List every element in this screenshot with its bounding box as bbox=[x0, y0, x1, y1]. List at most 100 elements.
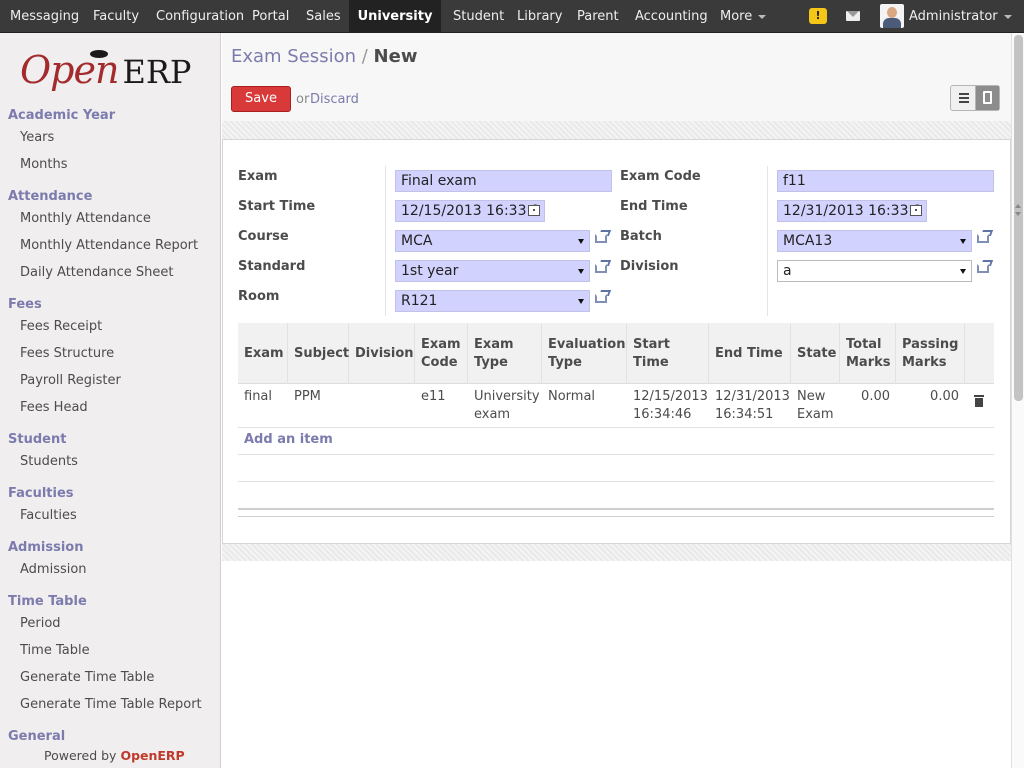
calendar-icon[interactable] bbox=[528, 205, 540, 216]
menu-university[interactable]: University bbox=[349, 0, 441, 33]
external-link-icon[interactable] bbox=[976, 230, 994, 244]
or-text: or bbox=[296, 92, 310, 107]
exam-code-label: Exam Code bbox=[620, 169, 701, 184]
delete-row-icon[interactable] bbox=[974, 395, 984, 407]
save-button[interactable]: Save bbox=[231, 86, 291, 112]
column-header[interactable]: Exam bbox=[238, 323, 288, 384]
sidebar-section-faculties[interactable]: Faculties bbox=[8, 486, 74, 501]
sidebar-section-attendance[interactable]: Attendance bbox=[8, 189, 92, 204]
sidebar-item-time-table[interactable]: Time Table bbox=[20, 643, 90, 658]
calendar-icon[interactable] bbox=[910, 205, 922, 216]
list-view-icon[interactable] bbox=[951, 86, 976, 110]
powered-by-link[interactable]: OpenERP bbox=[120, 748, 184, 763]
openerp-logo[interactable]: Open ERP bbox=[20, 48, 191, 94]
exam-code-field[interactable]: f11 bbox=[777, 170, 994, 192]
table-footer bbox=[238, 508, 994, 510]
menu-parent[interactable]: Parent bbox=[577, 0, 619, 33]
sidebar-section-fees[interactable]: Fees bbox=[8, 297, 42, 312]
sidebar-item-generate-time-table-report[interactable]: Generate Time Table Report bbox=[20, 697, 202, 712]
cell-exam: final bbox=[244, 389, 273, 404]
dropdown-arrow-icon bbox=[960, 239, 966, 244]
menu-library[interactable]: Library bbox=[517, 0, 562, 33]
sidebar-item-daily-attendance-sheet[interactable]: Daily Attendance Sheet bbox=[20, 265, 173, 280]
sidebar-item-fees-head[interactable]: Fees Head bbox=[20, 400, 88, 415]
sidebar-item-students[interactable]: Students bbox=[20, 454, 78, 469]
sidebar-item-months[interactable]: Months bbox=[20, 157, 68, 172]
external-link-icon[interactable] bbox=[594, 290, 612, 304]
column-header[interactable]: Division bbox=[349, 323, 415, 384]
external-link-icon[interactable] bbox=[594, 260, 612, 274]
column-divider bbox=[385, 166, 386, 316]
division-value: a bbox=[783, 263, 792, 279]
column-header[interactable]: Total Marks bbox=[840, 323, 896, 384]
sidebar-item-fees-receipt[interactable]: Fees Receipt bbox=[20, 319, 102, 334]
menu-more[interactable]: More bbox=[720, 0, 767, 33]
column-header[interactable]: Evaluation Type bbox=[542, 323, 627, 384]
sidebar-section-time-table[interactable]: Time Table bbox=[8, 594, 87, 609]
sidebar-item-monthly-attendance-report[interactable]: Monthly Attendance Report bbox=[20, 238, 198, 253]
column-header[interactable]: State bbox=[791, 323, 840, 384]
breadcrumb-parent[interactable]: Exam Session bbox=[231, 46, 356, 67]
external-link-icon[interactable] bbox=[594, 230, 612, 244]
external-link-icon[interactable] bbox=[976, 260, 994, 274]
row-divider bbox=[238, 481, 994, 482]
sidebar-item-years[interactable]: Years bbox=[20, 130, 54, 145]
sidebar-item-monthly-attendance[interactable]: Monthly Attendance bbox=[20, 211, 151, 226]
warning-icon[interactable]: ! bbox=[809, 8, 827, 24]
standard-value: 1st year bbox=[401, 263, 459, 279]
menu-faculty[interactable]: Faculty bbox=[93, 0, 139, 33]
cell-exam-type: University exam bbox=[474, 389, 540, 422]
breadcrumb-separator: / bbox=[361, 46, 368, 67]
sidebar-section-academic-year[interactable]: Academic Year bbox=[8, 108, 115, 123]
column-header[interactable]: End Time bbox=[709, 323, 791, 384]
mail-icon[interactable] bbox=[846, 11, 860, 21]
top-menu-bar: Messaging Faculty Configuration Portal S… bbox=[0, 0, 1024, 33]
column-header[interactable]: Exam Type bbox=[468, 323, 542, 384]
column-header[interactable]: Subject bbox=[288, 323, 349, 384]
menu-student[interactable]: Student bbox=[453, 0, 504, 33]
row-divider bbox=[238, 427, 994, 428]
end-time-field[interactable]: 12/31/2013 16:33:1 bbox=[777, 200, 927, 222]
menu-sales[interactable]: Sales bbox=[306, 0, 341, 33]
room-select[interactable]: R121 bbox=[395, 290, 590, 312]
form-view-icon[interactable] bbox=[976, 86, 999, 110]
sidebar-item-generate-time-table[interactable]: Generate Time Table bbox=[20, 670, 154, 685]
sidebar-item-admission[interactable]: Admission bbox=[20, 562, 87, 577]
column-header[interactable]: Start Time bbox=[627, 323, 709, 384]
discard-link[interactable]: Discard bbox=[310, 92, 359, 107]
table-footer-line bbox=[238, 516, 994, 517]
batch-select[interactable]: MCA13 bbox=[777, 230, 972, 252]
column-header[interactable]: Exam Code bbox=[415, 323, 468, 384]
sidebar-item-payroll-register[interactable]: Payroll Register bbox=[20, 373, 121, 388]
scrollbar[interactable] bbox=[1011, 33, 1024, 768]
batch-label: Batch bbox=[620, 229, 662, 244]
column-header[interactable]: Passing Marks bbox=[896, 323, 965, 384]
avatar[interactable] bbox=[880, 4, 904, 28]
add-item-link[interactable]: Add an item bbox=[244, 432, 333, 447]
sidebar: Open ERP Academic Year Years Months Atten… bbox=[0, 33, 221, 768]
menu-portal[interactable]: Portal bbox=[252, 0, 289, 33]
sidebar-item-faculties[interactable]: Faculties bbox=[20, 508, 77, 523]
sidebar-section-general[interactable]: General bbox=[8, 729, 65, 744]
exam-field[interactable]: Final exam bbox=[395, 170, 612, 192]
sidebar-section-admission[interactable]: Admission bbox=[8, 540, 84, 555]
course-select[interactable]: MCA bbox=[395, 230, 590, 252]
dropdown-arrow-icon bbox=[578, 299, 584, 304]
logo-erp: ERP bbox=[122, 53, 192, 91]
scroll-up-icon[interactable] bbox=[1015, 204, 1021, 208]
menu-configuration[interactable]: Configuration bbox=[156, 0, 244, 33]
cell-total-marks: 0.00 bbox=[861, 389, 890, 404]
sidebar-item-period[interactable]: Period bbox=[20, 616, 61, 631]
division-select[interactable]: a bbox=[777, 260, 972, 282]
scrollbar-thumb[interactable] bbox=[1014, 35, 1023, 401]
scroll-down-icon[interactable] bbox=[1015, 212, 1021, 216]
cell-start-time: 12/15/2013 16:34:46 bbox=[633, 389, 708, 422]
start-time-field[interactable]: 12/15/2013 16:33:1 bbox=[395, 200, 545, 222]
standard-select[interactable]: 1st year bbox=[395, 260, 590, 282]
menu-accounting[interactable]: Accounting bbox=[635, 0, 708, 33]
user-menu[interactable]: Administrator bbox=[909, 0, 1012, 33]
menu-messaging[interactable]: Messaging bbox=[10, 0, 79, 33]
view-switcher bbox=[950, 85, 1000, 111]
sidebar-section-student[interactable]: Student bbox=[8, 432, 66, 447]
sidebar-item-fees-structure[interactable]: Fees Structure bbox=[20, 346, 114, 361]
